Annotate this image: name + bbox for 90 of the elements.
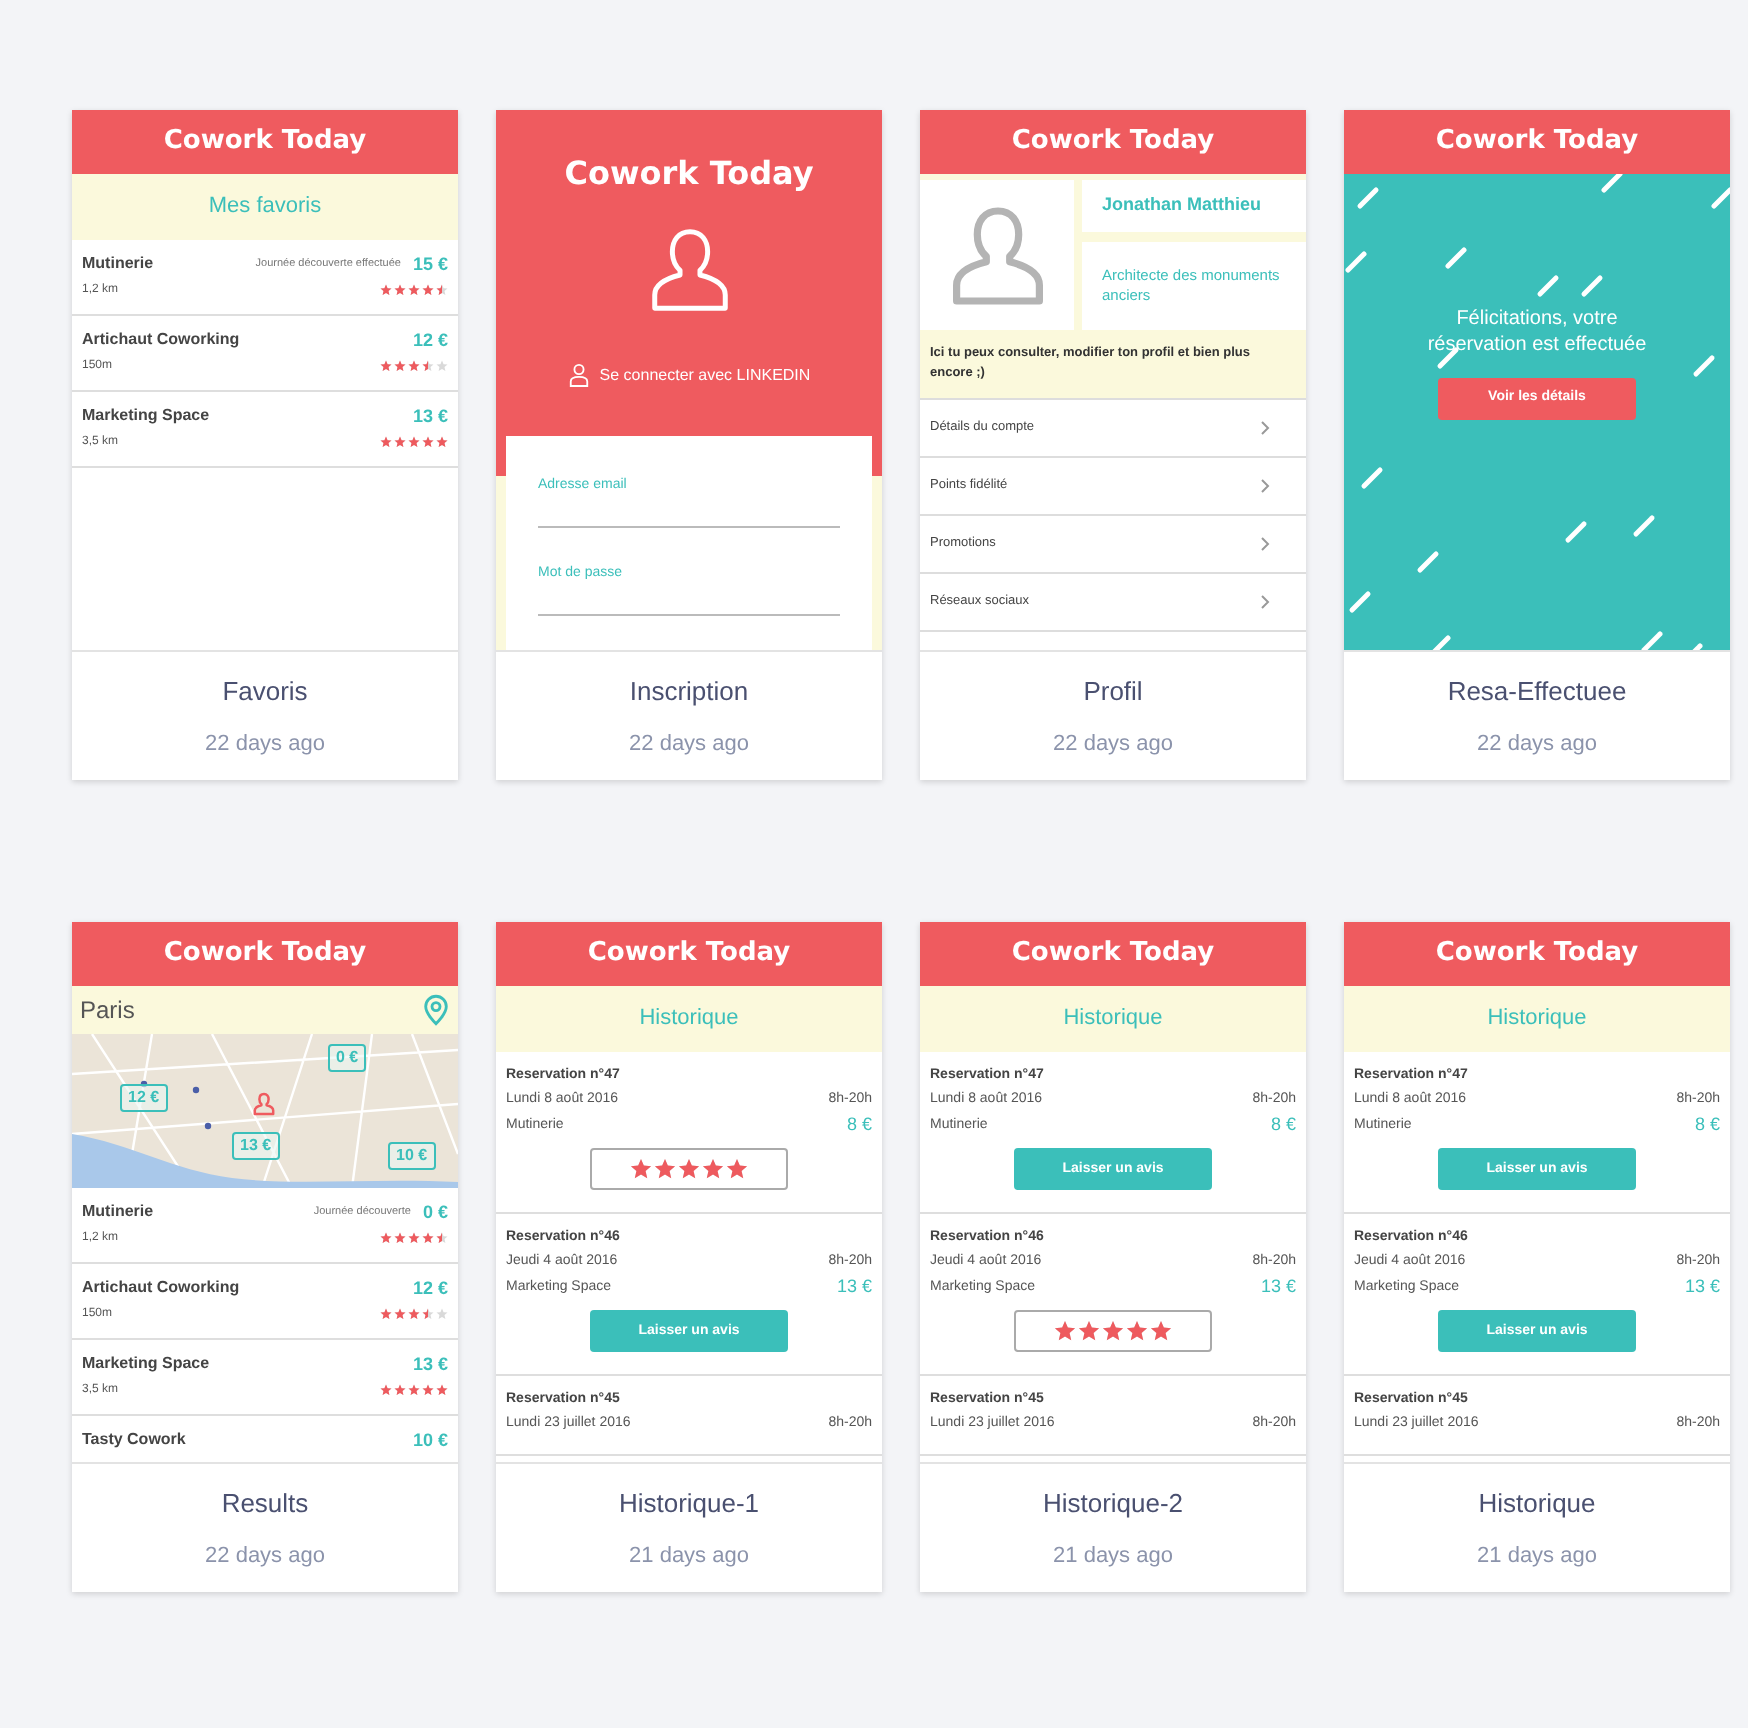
chevron-icon	[1260, 594, 1270, 610]
screen-name: Historique	[1478, 1486, 1596, 1522]
star-icon	[1102, 1320, 1124, 1342]
screen-name: Historique-2	[1042, 1486, 1184, 1522]
screen-card[interactable]	[920, 922, 1306, 1592]
place-price: 13 €	[412, 406, 448, 426]
dash-mark	[1537, 275, 1559, 297]
place-price: 12 €	[412, 330, 448, 350]
app-title: Cowork Today	[564, 152, 814, 196]
place-price: 0 €	[422, 1202, 448, 1222]
app-header: Cowork Today	[72, 922, 458, 986]
star-icon	[726, 1158, 748, 1180]
place-row[interactable]: Tasty Cowork 10 €	[72, 1416, 458, 1462]
dash-mark	[1693, 355, 1715, 377]
screen-name: Favoris	[222, 674, 308, 710]
screen-name: Resa-Effectuee	[1447, 674, 1627, 710]
dash-mark	[1361, 467, 1383, 489]
place-name: Mutinerie	[82, 1202, 154, 1222]
person-icon	[252, 1092, 276, 1116]
section-title: Historique	[1344, 986, 1730, 1052]
screen-name: Inscription	[629, 674, 749, 710]
dash-mark	[1633, 515, 1655, 537]
place-name: Tasty Cowork	[82, 1430, 186, 1450]
dash-mark	[1417, 551, 1439, 573]
screen-card[interactable]	[920, 110, 1306, 780]
app-header: Cowork Today	[72, 110, 458, 174]
reservation-price: 13 €	[1260, 1276, 1296, 1298]
place-price: 10 €	[412, 1430, 448, 1450]
dash-mark	[1711, 187, 1730, 209]
place-name: Marketing Space	[82, 1354, 210, 1374]
reservation-price: 8 €	[1694, 1114, 1720, 1136]
chevron-icon	[1260, 478, 1270, 494]
place-name: Artichaut Coworking	[82, 330, 240, 350]
star-icon	[630, 1158, 652, 1180]
star-icon	[702, 1158, 724, 1180]
reservation-price: 13 €	[836, 1276, 872, 1298]
location-pin-icon	[422, 994, 450, 1026]
star-icon	[1126, 1320, 1148, 1342]
place-price: 15 €	[412, 254, 448, 274]
user-name: Jonathan Matthieu	[1082, 180, 1306, 232]
dash-mark	[1429, 635, 1451, 650]
dash-mark	[1641, 631, 1663, 650]
app-header: Cowork Today	[920, 110, 1306, 174]
reservation-price: 13 €	[1684, 1276, 1720, 1298]
section-title: Historique	[496, 986, 882, 1052]
screen-time: 22 days ago	[205, 1541, 325, 1571]
screen-time: 22 days ago	[1053, 729, 1173, 759]
place-name: Marketing Space	[82, 406, 210, 426]
dash-mark	[1345, 251, 1367, 273]
star-icon	[1054, 1320, 1076, 1342]
star-icon	[1150, 1320, 1172, 1342]
app-header: Cowork Today	[1344, 110, 1730, 174]
screen-name: Profil	[1083, 674, 1143, 710]
rating-box[interactable]	[590, 1148, 788, 1190]
place-name: Artichaut Coworking	[82, 1278, 240, 1298]
chevron-icon	[1260, 536, 1270, 552]
dash-mark	[1445, 247, 1467, 269]
app-header: Cowork Today	[496, 922, 882, 986]
screen-name: Historique-1	[618, 1486, 760, 1522]
user-icon	[567, 362, 590, 388]
section-title: Mes favoris	[72, 174, 458, 240]
screen-time: 21 days ago	[1053, 1541, 1173, 1571]
place-name: Mutinerie	[82, 254, 154, 274]
screen-name: Results	[221, 1486, 309, 1522]
screen-time: 22 days ago	[629, 729, 749, 759]
dash-mark	[1357, 187, 1379, 209]
location-label: Paris	[80, 994, 135, 1028]
reservation-price: 8 €	[846, 1114, 872, 1136]
dash-mark	[1581, 275, 1603, 297]
section-title: Historique	[920, 986, 1306, 1052]
dash-mark	[1349, 591, 1371, 613]
confirmation-message: Félicitations, votre réservation est effectuée	[1425, 305, 1649, 357]
app-header: Cowork Today	[920, 922, 1306, 986]
reservation-price: 8 €	[1270, 1114, 1296, 1136]
place-price: 12 €	[412, 1278, 448, 1298]
place-price: 13 €	[412, 1354, 448, 1374]
star-icon	[1078, 1320, 1100, 1342]
chevron-icon	[1260, 420, 1270, 436]
star-icon	[654, 1158, 676, 1180]
dash-mark	[1601, 174, 1623, 193]
screen-time: 21 days ago	[629, 1541, 749, 1571]
screen-card[interactable]	[496, 922, 882, 1592]
screen-time: 22 days ago	[1477, 729, 1597, 759]
app-header: Cowork Today	[1344, 922, 1730, 986]
rating-box[interactable]	[1014, 1310, 1212, 1352]
dash-mark	[1565, 521, 1587, 543]
screen-time: 22 days ago	[205, 729, 325, 759]
dash-mark	[1437, 347, 1459, 369]
screen-time: 21 days ago	[1477, 1541, 1597, 1571]
star-icon	[678, 1158, 700, 1180]
